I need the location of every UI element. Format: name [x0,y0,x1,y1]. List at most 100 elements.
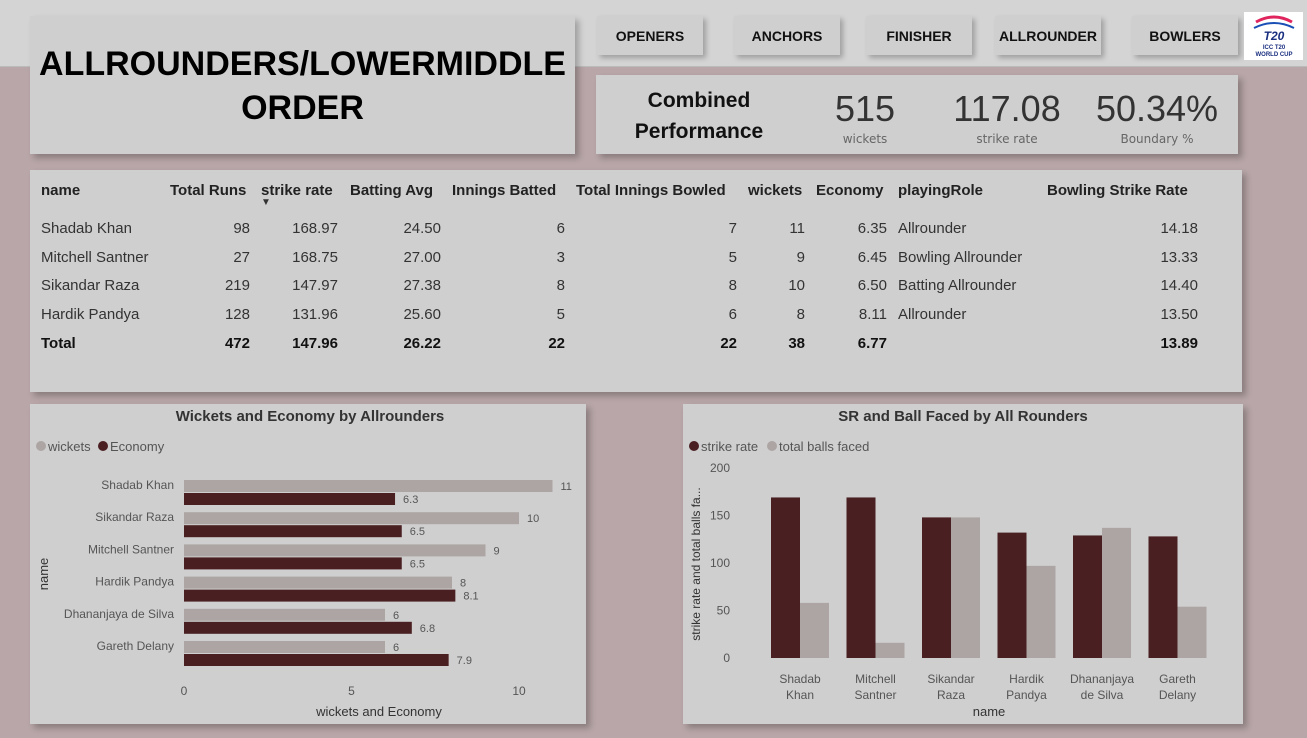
column-header[interactable]: Total Innings Bowled [576,182,726,199]
table-cell: 98 [233,220,250,237]
table-cell: 8.11 [858,306,887,323]
kpi-value: 515 [834,88,896,129]
category-label: de Silva [1081,688,1124,702]
category-label: Dhananjaya [1070,672,1134,686]
kpi-value: 117.08 [953,88,1061,129]
table-cell: 6.45 [857,249,887,266]
table-cell: 25.60 [403,306,441,323]
column-strike-rate [1148,536,1178,658]
category-label: Shadab Khan [101,478,174,492]
data-label: 6.5 [410,558,425,570]
table-cell: 11 [789,220,805,237]
table-cell: 27 [233,249,250,266]
kpi-boundary-percent: 50.34% Boundary % [1090,87,1224,146]
column-header[interactable]: Batting Avg [350,182,433,199]
wickets-economy-chart: Wickets and Economy by Allrounders wicket… [36,408,572,719]
column-header[interactable]: strike rate [261,182,333,199]
category-label: Sikandar Raza [95,510,174,524]
y-tick-label: 100 [710,556,730,570]
y-tick-label: 0 [723,651,730,665]
legend-label: total balls faced [779,439,869,454]
kpi-title-line-2: Performance [634,120,764,143]
logo-icc-text: ICC T20 [1262,45,1285,51]
column-header[interactable]: Innings Batted [452,182,556,199]
column-header[interactable]: playingRole [898,182,983,199]
bar-wickets [184,544,486,557]
data-label: 6.3 [403,494,418,506]
table-cell: 128 [224,306,250,323]
table-cell: 27.00 [403,249,441,266]
table-cell: 10 [788,277,805,294]
category-label: Gareth Delany [97,639,174,653]
legend-marker [36,441,46,451]
y-tick-label: 150 [710,509,730,523]
column-header[interactable]: Economy [816,182,884,199]
table-cell: 27.38 [403,277,441,294]
data-label: 6 [393,610,399,622]
table-cell: 168.97 [292,220,338,237]
column-header[interactable]: Total Runs [170,182,246,199]
nav-button-allrounder[interactable]: ALLROUNDER [995,16,1101,55]
chart-title: SR and Ball Faced by All Rounders [838,408,1088,425]
nav-button-anchors[interactable]: ANCHORS [734,16,840,55]
table-cell: 3 [556,249,565,266]
category-label: Pandya [1006,688,1047,702]
table-cell: Sikandar Raza [41,277,140,294]
kpi-label: Boundary % [1120,132,1194,146]
legend-marker [689,441,699,451]
data-label: 8.1 [463,591,478,603]
table-cell: 24.50 [403,220,441,237]
total-cell: 26.22 [403,335,441,352]
column-total-balls-faced [951,517,980,658]
table-cell: Batting Allrounder [898,277,1017,294]
t20-world-cup-logo: T20 ICC T20 WORLD CUP [1244,12,1303,60]
total-cell: 22 [720,335,737,352]
data-label: 11 [561,481,572,493]
column-header[interactable]: Bowling Strike Rate [1047,182,1188,199]
table-cell: 147.97 [292,277,338,294]
column-strike-rate [997,532,1027,658]
total-cell: 6.77 [857,335,887,352]
total-cell: 22 [548,335,565,352]
total-cell: Total [41,335,76,352]
legend-label: wickets [47,439,91,454]
bar-economy [184,557,402,570]
category-label: Gareth [1159,672,1196,686]
column-total-balls-faced [800,602,829,658]
kpi-label: wickets [842,132,888,146]
nav-button-finisher[interactable]: FINISHER [866,16,972,55]
bar-wickets [184,576,452,589]
bar-economy [184,525,402,538]
column-strike-rate [1073,535,1102,658]
table-cell: Allrounder [898,220,967,237]
column-total-balls-faced [1026,565,1056,658]
legend-marker [767,441,777,451]
logo-worldcup-text: WORLD CUP [1255,52,1292,58]
bar-economy [184,589,456,602]
table-cell: Allrounder [898,306,967,323]
legend-marker [98,441,108,451]
y-tick-label: 50 [717,604,731,618]
column-total-balls-faced [875,642,905,658]
data-label: 7.9 [457,655,472,667]
kpi-wickets: 515 wickets [810,87,920,146]
column-header[interactable]: wickets [748,182,802,199]
table-cell: 13.33 [1160,249,1198,266]
kpi-strike-rate: 117.08 strike rate [942,87,1072,146]
bar-economy [184,493,396,505]
nav-button-bowlers[interactable]: BOWLERS [1132,16,1238,55]
category-label: Sikandar [927,672,974,686]
x-tick-label: 0 [181,684,188,698]
chart-title: Wickets and Economy by Allrounders [176,408,445,425]
bar-economy [184,621,412,634]
nav-button-openers[interactable]: OPENERS [597,16,703,55]
x-axis-label: wickets and Economy [315,704,442,719]
total-cell: 147.96 [292,335,338,352]
legend-label: strike rate [701,439,758,454]
table-cell: 8 [728,277,737,294]
stats-table: name Total Runs strike rate Batting Avg Inni… [30,170,1242,392]
bar-wickets [184,608,385,621]
column-header[interactable]: name [41,182,80,199]
data-label: 8 [460,578,466,590]
x-axis-label: name [973,704,1006,719]
